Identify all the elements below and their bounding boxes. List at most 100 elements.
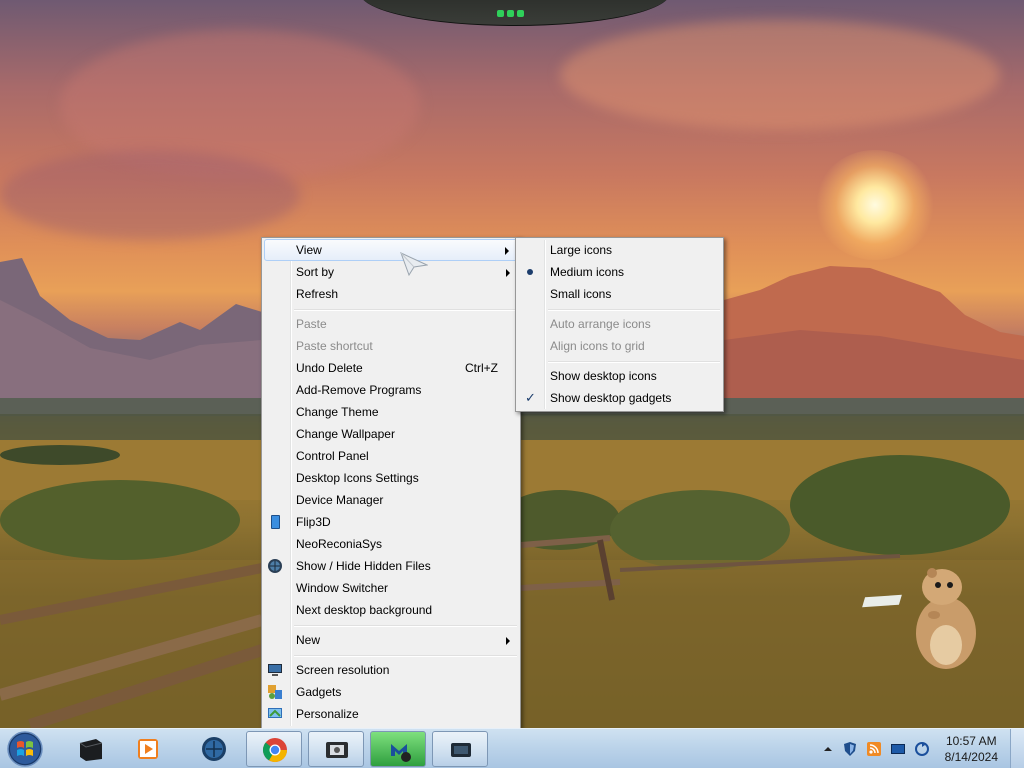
menu-item-sort-by[interactable]: Sort by — [264, 261, 518, 283]
menu-item-label: Device Manager — [296, 493, 384, 507]
menu-item-label: Align icons to grid — [550, 339, 645, 353]
taskbar-film-strip[interactable] — [308, 731, 364, 767]
taskbar-screen-capture[interactable] — [432, 731, 488, 767]
windows-start-orb-icon[interactable] — [4, 730, 46, 768]
checkmark-icon: ✓ — [525, 391, 536, 406]
menu-item-show-hide-hidden-files[interactable]: Show / Hide Hidden Files — [264, 555, 518, 577]
menu-item-label: Next desktop background — [296, 603, 433, 617]
menu-item-change-wallpaper[interactable]: Change Wallpaper — [264, 423, 518, 445]
shortcut-label: Ctrl+Z — [465, 361, 498, 375]
globe-icon — [268, 559, 282, 573]
menu-item-label: NeoReconiaSys — [296, 537, 383, 551]
menu-item-label: Sort by — [296, 265, 335, 279]
shield-icon[interactable] — [842, 741, 858, 757]
menu-item-label: Large icons — [550, 243, 613, 257]
menu-item-label: Paste — [296, 317, 327, 331]
menu-item-label: Flip3D — [296, 515, 331, 529]
film-strip-icon — [326, 742, 348, 758]
malwarebytes-icon — [391, 744, 411, 762]
submenu-item-auto-arrange-icons[interactable]: Auto arrange icons — [518, 313, 721, 335]
radio-selected-icon — [527, 269, 533, 275]
menu-item-label: Undo Delete — [296, 361, 363, 375]
menu-item-label: Add-Remove Programs — [296, 383, 422, 397]
view-submenu: Large icons Medium icons Small icons Aut… — [515, 237, 724, 412]
menu-item-screen-resolution[interactable]: Screen resolution — [264, 659, 518, 681]
menu-item-label: Gadgets — [296, 685, 342, 699]
taskbar-monitor-app[interactable] — [62, 731, 118, 767]
gadgets-icon — [268, 685, 282, 699]
show-hidden-icons-arrow[interactable] — [820, 741, 836, 757]
menu-separator — [548, 361, 720, 363]
dome-indicator-icon — [497, 6, 531, 17]
menu-item-gadgets[interactable]: Gadgets — [264, 681, 518, 703]
taskbar-malwarebytes[interactable] — [370, 731, 426, 767]
menu-item-window-switcher[interactable]: Window Switcher — [264, 577, 518, 599]
menu-item-next-desktop-background[interactable]: Next desktop background — [264, 599, 518, 621]
menu-separator — [294, 309, 517, 311]
submenu-arrow-icon — [505, 247, 509, 255]
menu-item-personalize[interactable]: Personalize — [264, 703, 518, 725]
submenu-item-show-desktop-icons[interactable]: Show desktop icons — [518, 365, 721, 387]
menu-item-label: Auto arrange icons — [550, 317, 651, 331]
menu-item-paste[interactable]: Paste — [264, 313, 518, 335]
submenu-item-align-icons-to-grid[interactable]: Align icons to grid — [518, 335, 721, 357]
menu-separator — [548, 309, 720, 311]
sync-icon[interactable] — [914, 741, 930, 757]
monitor-icon — [268, 664, 282, 676]
menu-item-flip3d[interactable]: Flip3D — [264, 511, 518, 533]
submenu-arrow-icon — [506, 637, 510, 645]
hamster-gadget[interactable] — [912, 565, 980, 670]
menu-item-label: New — [296, 633, 321, 647]
taskbar-clock[interactable]: 10:57 AM 8/14/2024 — [945, 733, 998, 765]
clock-time: 10:57 AM — [945, 734, 997, 748]
menu-item-label: Change Theme — [296, 405, 379, 419]
flip3d-icon — [271, 515, 280, 529]
menu-item-neoreconiasys[interactable]: NeoReconiaSys — [264, 533, 518, 555]
menu-item-label: Show desktop icons — [550, 369, 657, 383]
menu-item-change-theme[interactable]: Change Theme — [264, 401, 518, 423]
menu-item-label: Screen resolution — [296, 663, 390, 677]
submenu-item-medium-icons[interactable]: Medium icons — [518, 261, 721, 283]
taskbar-chrome[interactable] — [246, 731, 302, 767]
submenu-item-large-icons[interactable]: Large icons — [518, 239, 721, 261]
menu-item-add-remove-programs[interactable]: Add-Remove Programs — [264, 379, 518, 401]
monitor-app-icon — [79, 739, 103, 761]
submenu-arrow-icon — [506, 269, 510, 277]
chrome-icon — [262, 738, 287, 763]
menu-item-label: Control Panel — [296, 449, 369, 463]
menu-item-label: Small icons — [550, 287, 612, 301]
menu-item-label: Show / Hide Hidden Files — [296, 559, 431, 573]
show-desktop-button[interactable] — [1010, 729, 1024, 768]
desktop-context-menu: View Sort by Refresh Paste Paste shortcu… — [261, 237, 521, 729]
taskbar-media-player[interactable] — [120, 731, 176, 767]
menu-item-label: Paste shortcut — [296, 339, 373, 353]
screen-capture-icon — [451, 743, 471, 757]
menu-item-label: Window Switcher — [296, 581, 389, 595]
mouse-cursor-icon — [400, 252, 428, 276]
menu-separator — [294, 655, 517, 657]
menu-item-label: Refresh — [296, 287, 339, 301]
menu-item-label: Show desktop gadgets — [550, 391, 672, 405]
menu-item-label: Personalize — [296, 707, 359, 721]
clock-date: 8/14/2024 — [944, 750, 998, 764]
globe-app-icon — [202, 737, 226, 761]
menu-item-label: Medium icons — [550, 265, 625, 279]
menu-item-view[interactable]: View — [264, 239, 518, 261]
system-tray: 10:57 AM 8/14/2024 — [818, 729, 1024, 768]
submenu-item-small-icons[interactable]: Small icons — [518, 283, 721, 305]
menu-separator — [294, 625, 517, 627]
menu-item-control-panel[interactable]: Control Panel — [264, 445, 518, 467]
media-player-icon — [138, 739, 158, 759]
menu-item-label: Desktop Icons Settings — [296, 471, 419, 485]
menu-item-label: Change Wallpaper — [296, 427, 395, 441]
menu-item-paste-shortcut[interactable]: Paste shortcut — [264, 335, 518, 357]
display-icon[interactable] — [890, 741, 906, 757]
submenu-item-show-desktop-gadgets[interactable]: ✓ Show desktop gadgets — [518, 387, 721, 409]
menu-item-new[interactable]: New — [264, 629, 518, 651]
menu-item-desktop-icons-settings[interactable]: Desktop Icons Settings — [264, 467, 518, 489]
menu-item-device-manager[interactable]: Device Manager — [264, 489, 518, 511]
network-icon[interactable] — [866, 741, 882, 757]
taskbar-globe-app[interactable] — [186, 731, 242, 767]
menu-item-undo-delete[interactable]: Undo Delete Ctrl+Z — [264, 357, 518, 379]
menu-item-refresh[interactable]: Refresh — [264, 283, 518, 305]
